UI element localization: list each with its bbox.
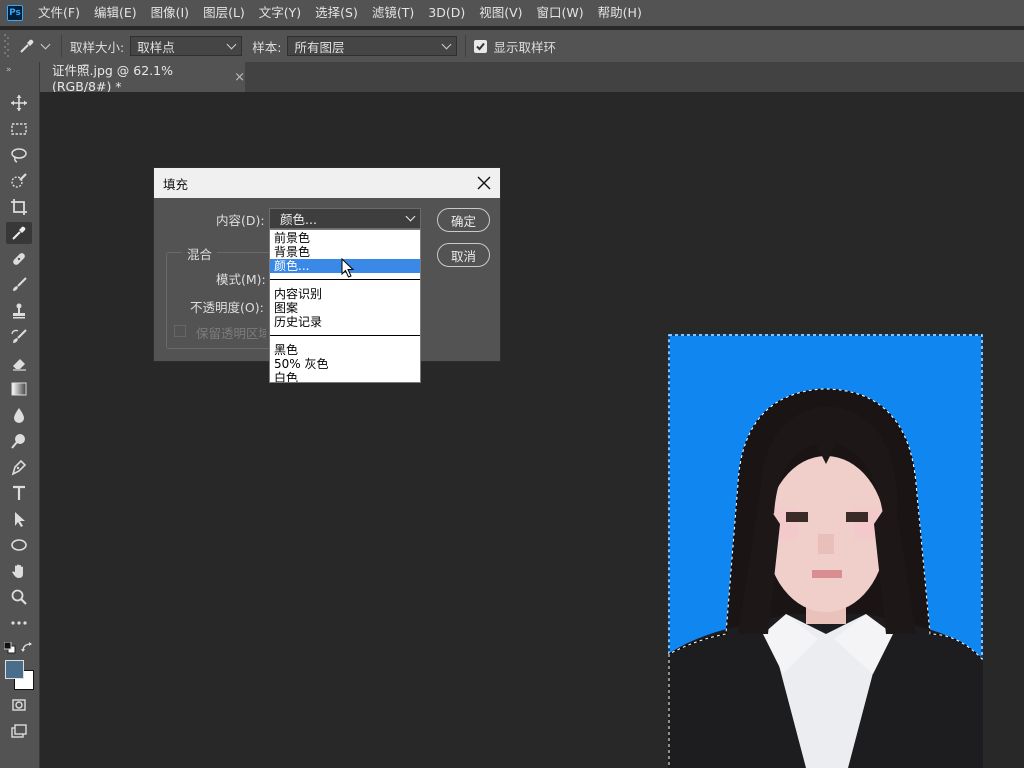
option-white[interactable]: 白色	[270, 371, 420, 382]
eraser-tool-icon[interactable]	[6, 352, 32, 374]
photoshop-logo: Ps	[7, 5, 23, 21]
healing-brush-tool-icon[interactable]	[6, 248, 32, 270]
pen-tool-icon[interactable]	[6, 456, 32, 478]
option-content-aware[interactable]: 内容识别	[270, 287, 420, 301]
crop-tool-icon[interactable]	[6, 196, 32, 218]
ellipse-tool-icon[interactable]	[6, 534, 32, 556]
preserve-transparency-checkbox[interactable]	[174, 325, 186, 337]
menu-edit[interactable]: 编辑(E)	[87, 0, 144, 26]
menu-layer[interactable]: 图层(L)	[196, 0, 252, 26]
option-background-color[interactable]: 背景色	[270, 245, 420, 259]
list-divider	[270, 279, 420, 280]
ok-button[interactable]: 确定	[437, 208, 490, 232]
options-bar: 取样大小: 取样点 样本: 所有图层 显示取样环	[0, 30, 1024, 62]
content-dropdown-list: 前景色 背景色 颜色... 内容识别 图案 历史记录 黑色 50% 灰色 白色	[269, 229, 421, 383]
sample-size-select[interactable]: 取样点	[130, 36, 243, 56]
foreground-color-swatch[interactable]	[5, 660, 24, 679]
preserve-transparency-label: 保留透明区域	[196, 326, 266, 341]
menu-image[interactable]: 图像(I)	[144, 0, 196, 26]
marquee-tool-icon[interactable]	[6, 118, 32, 140]
list-divider	[270, 335, 420, 336]
menu-3d[interactable]: 3D(D)	[421, 0, 472, 26]
option-50-gray[interactable]: 50% 灰色	[270, 357, 420, 371]
gradient-tool-icon[interactable]	[6, 378, 32, 400]
menu-bar: Ps 文件(F) 编辑(E) 图像(I) 图层(L) 文字(Y) 选择(S) 滤…	[0, 0, 1024, 26]
dialog-titlebar: 填充	[154, 168, 500, 198]
menu-select[interactable]: 选择(S)	[308, 0, 365, 26]
tool-preset-picker[interactable]	[18, 37, 51, 55]
document-image[interactable]	[668, 334, 983, 768]
menu-help[interactable]: 帮助(H)	[591, 0, 649, 26]
cancel-button[interactable]: 取消	[437, 243, 490, 267]
path-select-tool-icon[interactable]	[6, 508, 32, 530]
swap-colors-icon[interactable]	[21, 641, 34, 654]
blend-group-label: 混合	[182, 244, 218, 263]
sample-label: 样本:	[252, 39, 282, 55]
hand-tool-icon[interactable]	[6, 560, 32, 582]
quick-mask-icon[interactable]	[6, 694, 32, 716]
portrait-photo	[668, 334, 983, 768]
tools-panel: »	[0, 62, 40, 768]
blur-tool-icon[interactable]	[6, 404, 32, 426]
document-tab[interactable]: 证件照.jpg @ 62.1%(RGB/8#) * ×	[40, 62, 245, 94]
chevron-down-icon	[226, 39, 237, 49]
quick-select-tool-icon[interactable]	[6, 170, 32, 192]
options-grip	[4, 30, 18, 62]
show-ring-checkbox[interactable]	[474, 39, 488, 53]
content-select[interactable]: 颜色...	[269, 208, 421, 229]
mouse-cursor-icon	[341, 258, 355, 278]
more-tools-icon[interactable]	[6, 612, 32, 634]
sample-size-label: 取样大小:	[70, 39, 125, 55]
dodge-tool-icon[interactable]	[6, 430, 32, 452]
menu-file[interactable]: 文件(F)	[31, 0, 87, 26]
zoom-tool-icon[interactable]	[6, 586, 32, 608]
default-colors-icon[interactable]	[3, 641, 16, 654]
option-black[interactable]: 黑色	[270, 343, 420, 357]
content-label: 内容(D):	[216, 213, 265, 228]
close-icon[interactable]	[476, 175, 492, 191]
show-ring-label: 显示取样环	[493, 39, 556, 55]
opacity-label: 不透明度(O):	[190, 300, 264, 315]
collapse-panel-icon[interactable]: »	[6, 65, 12, 75]
mode-label: 模式(M):	[216, 272, 266, 287]
divider	[465, 35, 467, 57]
option-history[interactable]: 历史记录	[270, 315, 420, 329]
brush-tool-icon[interactable]	[6, 274, 32, 296]
option-foreground-color[interactable]: 前景色	[270, 231, 420, 245]
checkmark-icon	[476, 42, 486, 50]
chevron-down-icon	[441, 39, 452, 49]
lasso-tool-icon[interactable]	[6, 144, 32, 166]
menu-view[interactable]: 视图(V)	[472, 0, 529, 26]
eyedropper-icon	[20, 39, 34, 53]
chevron-down-icon	[405, 211, 416, 222]
document-tab-strip: 证件照.jpg @ 62.1%(RGB/8#) * ×	[40, 62, 1024, 94]
eyedropper-tool-icon[interactable]	[6, 222, 32, 244]
document-tab-title: 证件照.jpg @ 62.1%(RGB/8#) *	[52, 63, 173, 94]
sample-value: 所有图层	[294, 39, 345, 55]
close-tab-icon[interactable]: ×	[234, 70, 245, 85]
option-pattern[interactable]: 图案	[270, 301, 420, 315]
divider	[61, 35, 62, 57]
move-tool-icon[interactable]	[6, 92, 32, 114]
sample-select[interactable]: 所有图层	[287, 36, 458, 56]
type-tool-icon[interactable]	[6, 482, 32, 504]
menu-window[interactable]: 窗口(W)	[530, 0, 591, 26]
sample-size-value: 取样点	[137, 39, 175, 55]
menu-type[interactable]: 文字(Y)	[252, 0, 308, 26]
dialog-title: 填充	[163, 176, 189, 192]
history-brush-tool-icon[interactable]	[6, 326, 32, 348]
menu-filter[interactable]: 滤镜(T)	[365, 0, 421, 26]
content-select-value: 颜色...	[280, 212, 317, 227]
chevron-down-icon	[40, 39, 51, 49]
clone-stamp-tool-icon[interactable]	[6, 300, 32, 322]
screen-mode-icon[interactable]	[6, 720, 32, 742]
